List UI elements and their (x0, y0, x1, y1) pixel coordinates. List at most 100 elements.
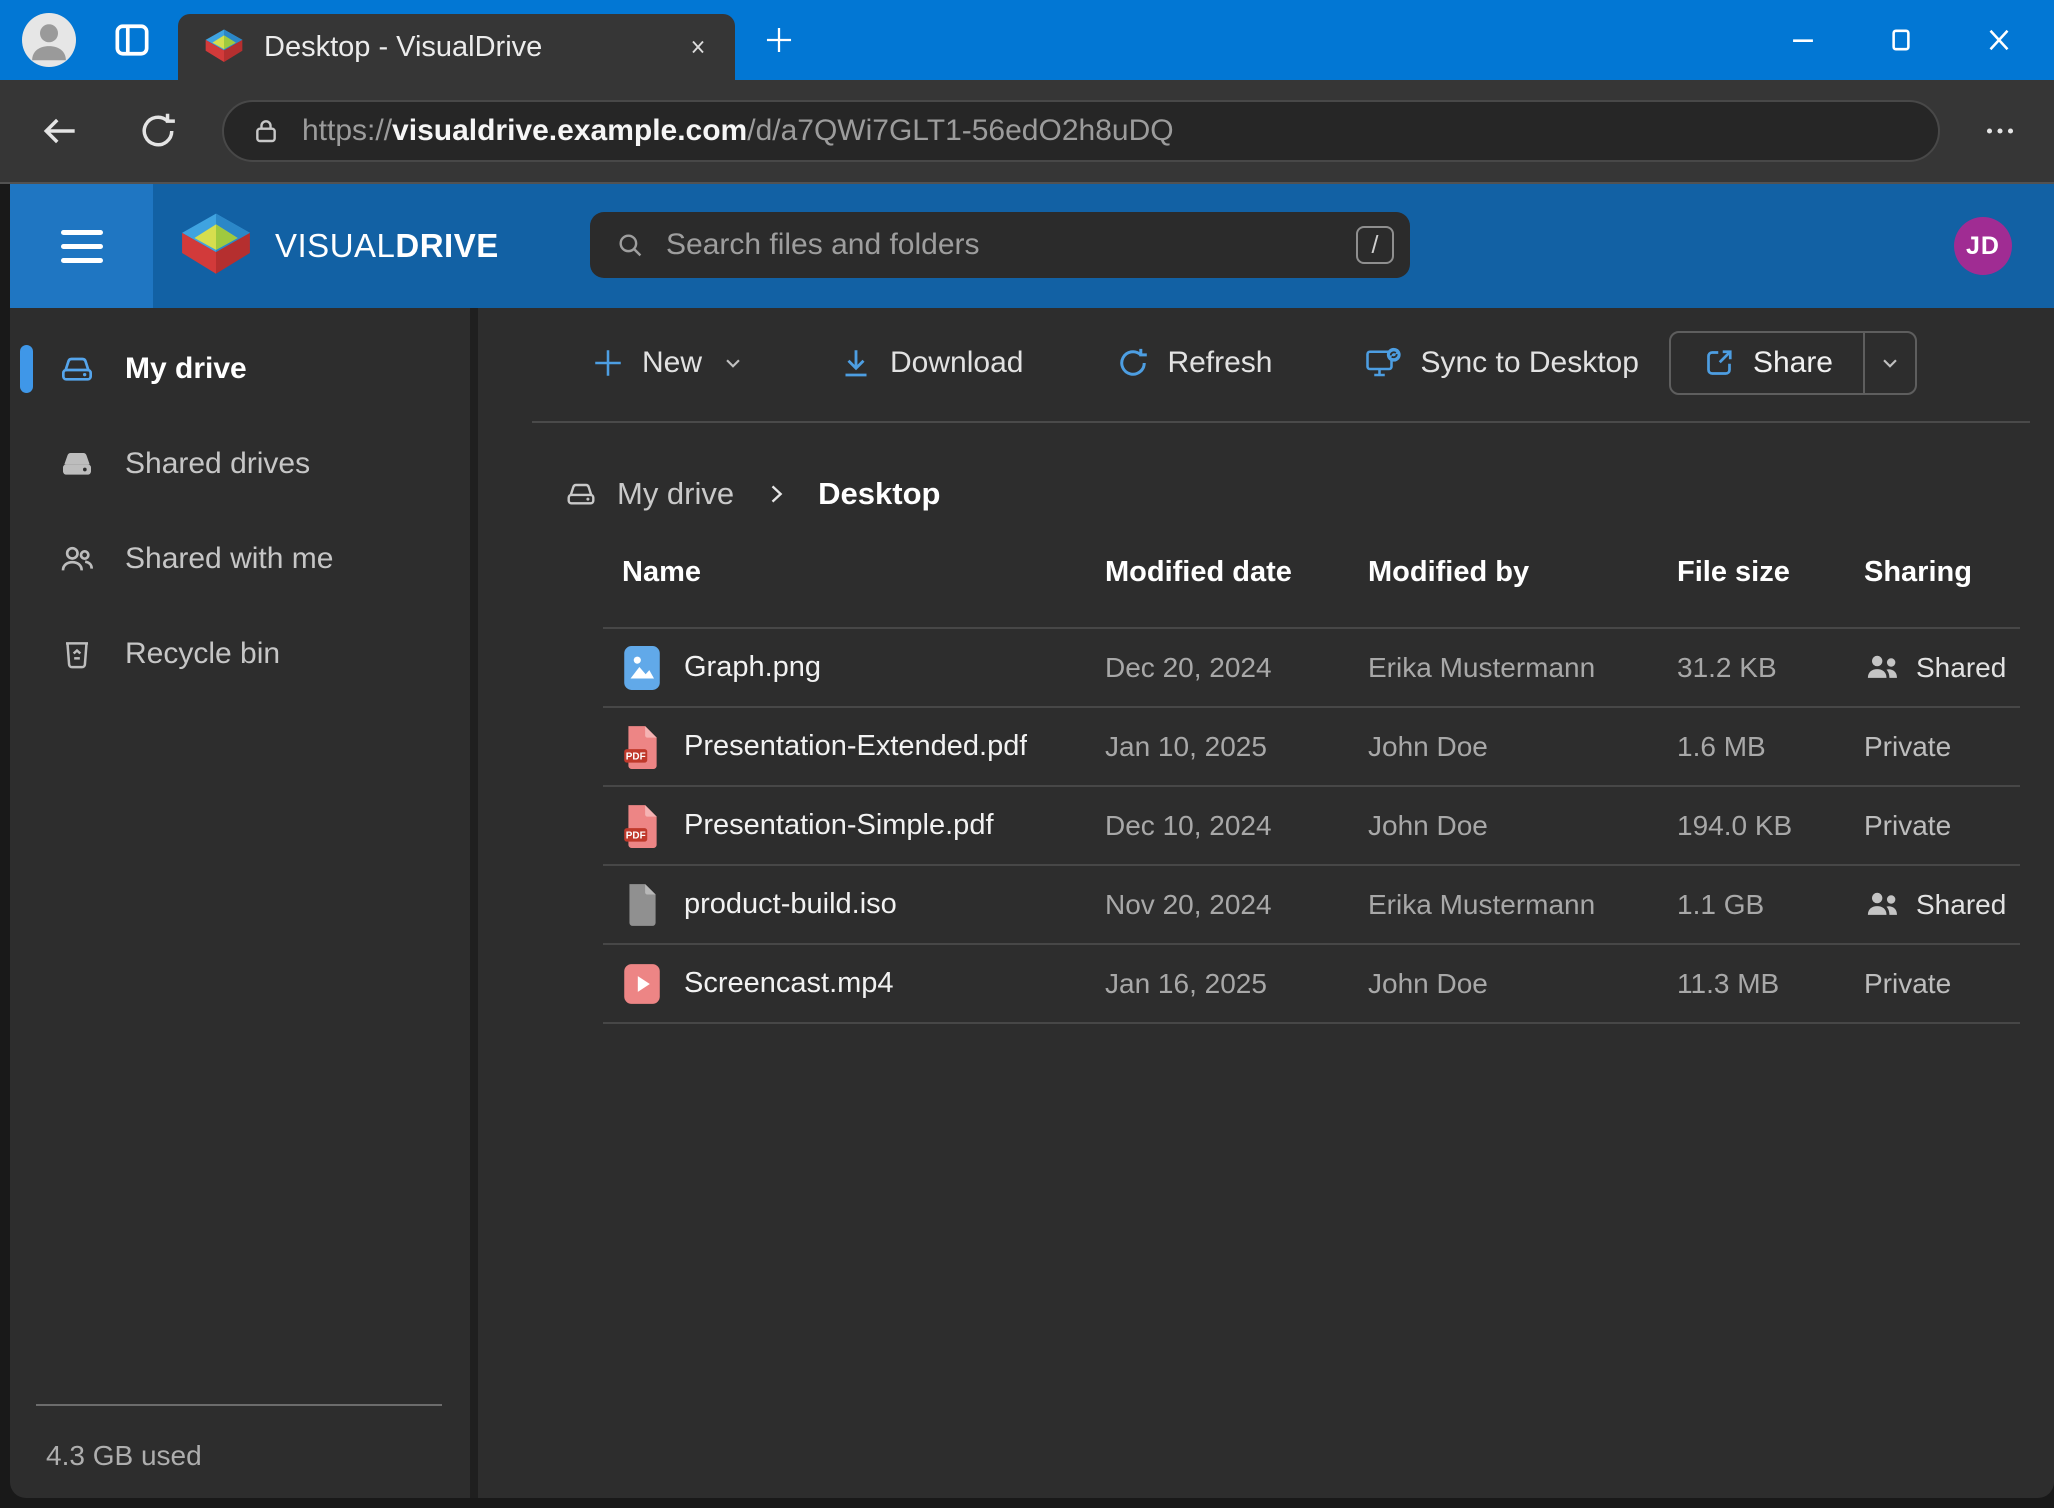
user-avatar[interactable]: JD (1954, 217, 2012, 275)
sync-to-desktop-button[interactable]: Sync to Desktop (1364, 345, 1638, 381)
breadcrumb-root[interactable]: My drive (617, 476, 734, 512)
brand-name: VISUALDRIVE (275, 227, 499, 265)
file-modified-by: John Doe (1368, 731, 1677, 763)
file-modified-date: Jan 10, 2025 (1105, 731, 1368, 763)
main-content: New Download Refresh (470, 308, 2054, 1498)
search-input[interactable] (666, 228, 1356, 262)
recycle-bin-icon (57, 634, 97, 674)
refresh-icon (1115, 345, 1151, 381)
lock-icon[interactable] (250, 115, 282, 147)
file-modified-date: Nov 20, 2024 (1105, 889, 1368, 921)
file-modified-by: Erika Mustermann (1368, 652, 1677, 684)
share-split-button: Share (1669, 331, 1917, 395)
share-icon (1701, 345, 1737, 381)
table-row[interactable]: PDF Presentation-Simple.pdf Dec 10, 2024… (603, 787, 2020, 866)
file-size: 1.1 GB (1677, 889, 1864, 921)
download-icon (838, 345, 874, 381)
new-button[interactable]: New (590, 345, 746, 381)
browser-tab-active[interactable]: Desktop - VisualDrive (178, 14, 735, 80)
column-header-sharing[interactable]: Sharing (1864, 556, 2020, 589)
sidebar-item-label: My drive (125, 352, 247, 386)
column-header-modified-date[interactable]: Modified date (1105, 556, 1368, 589)
new-tab-icon[interactable] (757, 18, 801, 62)
file-size: 11.3 MB (1677, 968, 1864, 1000)
file-name: Presentation-Extended.pdf (684, 730, 1027, 763)
svg-text:PDF: PDF (626, 751, 646, 762)
file-modified-by: John Doe (1368, 810, 1677, 842)
back-icon[interactable] (38, 109, 82, 153)
generic-file-icon (622, 882, 662, 928)
image-file-icon (622, 645, 662, 691)
name-cell: PDF Presentation-Simple.pdf (622, 803, 1105, 849)
refresh-button[interactable]: Refresh (1115, 345, 1272, 381)
browser-profile-avatar[interactable] (22, 13, 76, 67)
url-text: https://visualdrive.example.com/d/a7QWi7… (302, 114, 1174, 148)
file-name: Presentation-Simple.pdf (684, 809, 994, 842)
column-header-modified-by[interactable]: Modified by (1368, 556, 1677, 589)
file-size: 1.6 MB (1677, 731, 1864, 763)
search-bar[interactable]: / (590, 212, 1410, 278)
download-button[interactable]: Download (838, 345, 1023, 381)
breadcrumb-current[interactable]: Desktop (818, 476, 940, 512)
browser-menu-icon[interactable] (1978, 109, 2022, 153)
tab-switcher-icon[interactable] (110, 18, 154, 62)
sidebar-item-label: Recycle bin (125, 637, 280, 671)
file-modified-date: Jan 16, 2025 (1105, 968, 1368, 1000)
drive-icon (57, 349, 97, 389)
browser-titlebar: Desktop - VisualDrive (0, 0, 2054, 80)
active-indicator (20, 345, 33, 393)
sidebar-item-shared-drives[interactable]: Shared drives (10, 435, 470, 493)
sharing-cell: Private (1864, 968, 2020, 1000)
name-cell: PDF Presentation-Extended.pdf (622, 724, 1105, 770)
drive-icon (563, 476, 599, 512)
file-name: Screencast.mp4 (684, 967, 894, 1000)
column-header-file-size[interactable]: File size (1677, 556, 1864, 589)
pdf-file-icon: PDF (622, 724, 662, 770)
file-size: 194.0 KB (1677, 810, 1864, 842)
chevron-right-icon (762, 480, 790, 508)
toolbar-divider (532, 421, 2030, 423)
url-path: /d/a7QWi7GLT1-56edO2h8uDQ (747, 114, 1173, 147)
address-bar[interactable]: https://visualdrive.example.com/d/a7QWi7… (222, 100, 1940, 162)
sidebar-item-label: Shared drives (125, 447, 310, 481)
brand-logo[interactable]: VISUALDRIVE (175, 209, 499, 283)
minimize-icon[interactable] (1786, 23, 1820, 57)
table-row[interactable]: product-build.iso Nov 20, 2024 Erika Mus… (603, 866, 2020, 945)
sharing-cell: Shared (1864, 889, 2020, 921)
file-table: Name Modified date Modified by File size… (603, 517, 2020, 1024)
hamburger-menu-icon[interactable] (10, 184, 153, 308)
pdf-file-icon: PDF (622, 803, 662, 849)
table-row[interactable]: Screencast.mp4 Jan 16, 2025 John Doe 11.… (603, 945, 2020, 1024)
sidebar-item-recycle-bin[interactable]: Recycle bin (10, 625, 470, 683)
reload-icon[interactable] (136, 109, 180, 153)
new-button-label: New (642, 346, 702, 380)
share-button[interactable]: Share (1671, 333, 1863, 393)
file-modified-by: John Doe (1368, 968, 1677, 1000)
app-header: VISUALDRIVE / JD (0, 184, 2054, 308)
sidebar-footer: 4.3 GB used (36, 1404, 442, 1472)
table-row[interactable]: Graph.png Dec 20, 2024 Erika Mustermann … (603, 629, 2020, 708)
search-icon (614, 229, 646, 261)
sharing-status: Shared (1916, 889, 2006, 921)
tab-close-icon[interactable] (677, 26, 719, 68)
download-button-label: Download (890, 346, 1023, 380)
sharing-status: Shared (1916, 652, 2006, 684)
sync-button-label: Sync to Desktop (1420, 346, 1638, 380)
table-row[interactable]: PDF Presentation-Extended.pdf Jan 10, 20… (603, 708, 2020, 787)
maximize-icon[interactable] (1884, 23, 1918, 57)
share-button-label: Share (1753, 346, 1833, 380)
svg-text:PDF: PDF (626, 830, 646, 841)
share-dropdown-button[interactable] (1865, 333, 1915, 393)
sidebar-item-my-drive[interactable]: My drive (10, 340, 470, 398)
browser-toolbar: https://visualdrive.example.com/d/a7QWi7… (0, 80, 2054, 184)
refresh-button-label: Refresh (1167, 346, 1272, 380)
storage-used-text: 4.3 GB used (36, 1440, 442, 1472)
sidebar-item-label: Shared with me (125, 542, 333, 576)
column-header-name[interactable]: Name (622, 556, 1105, 589)
close-icon[interactable] (1982, 23, 2016, 57)
sidebar-item-shared-with-me[interactable]: Shared with me (10, 530, 470, 588)
chevron-down-icon (1877, 350, 1903, 376)
file-modified-by: Erika Mustermann (1368, 889, 1677, 921)
plus-icon (590, 345, 626, 381)
sharing-status: Private (1864, 810, 1951, 842)
